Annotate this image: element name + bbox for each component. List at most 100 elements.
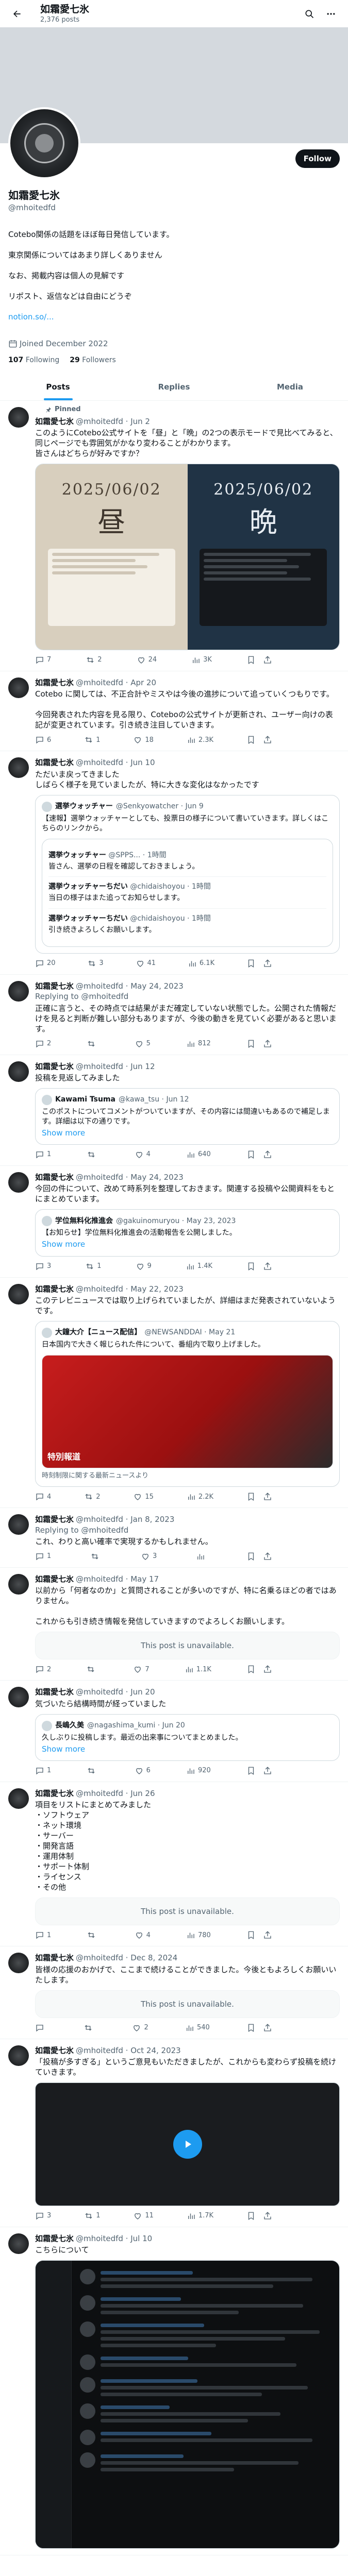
- bookmark-button[interactable]: [246, 1665, 256, 1674]
- views-button[interactable]: 1.4K: [186, 1262, 212, 1271]
- reply-button[interactable]: 7: [35, 655, 51, 665]
- tweet-author[interactable]: 如霜愛七氷: [35, 1061, 74, 1072]
- views-button[interactable]: 780: [186, 1930, 211, 1940]
- like-button[interactable]: 9: [136, 1262, 152, 1271]
- bookmark-button[interactable]: [246, 1552, 256, 1561]
- bookmark-button[interactable]: [246, 1039, 256, 1048]
- bookmark-button[interactable]: [246, 1766, 256, 1775]
- retweet-button[interactable]: [90, 1552, 102, 1561]
- reply-button[interactable]: 3: [35, 1262, 51, 1271]
- tweet-avatar[interactable]: [8, 981, 29, 1002]
- views-button[interactable]: 6.1K: [188, 959, 214, 968]
- like-button[interactable]: 4: [135, 1930, 151, 1940]
- bio-link[interactable]: notion.so/...: [8, 312, 340, 322]
- reply-button[interactable]: 20: [35, 959, 56, 968]
- views-button[interactable]: 2.3K: [187, 735, 213, 744]
- tweet-avatar[interactable]: [8, 1788, 29, 1809]
- like-button[interactable]: 4: [135, 1150, 151, 1159]
- retweet-button[interactable]: 1: [84, 735, 100, 744]
- tweet[interactable]: 如霜愛七氷 @mhoitedfd · Dec 8, 2024 皆様の応援のおかげで…: [0, 1946, 348, 2039]
- replying-to[interactable]: Replying to @mhoitedfd: [35, 1525, 340, 1535]
- tweet[interactable]: 如霜愛七氷 @mhoitedfd · May 17 以前から「何者なのか」と質問さ…: [0, 1568, 348, 1681]
- tweet-avatar[interactable]: [8, 1687, 29, 1708]
- like-button[interactable]: 6: [135, 1766, 151, 1775]
- share-button[interactable]: [263, 1930, 272, 1940]
- tweet[interactable]: 如霜愛七氷 @mhoitedfd · Jul 10 こちらについて: [0, 2227, 348, 2556]
- nested-reply[interactable]: 選挙ウォッチャーちだい @chidaishoyou · 1時間 当日の様子はまた…: [48, 877, 326, 909]
- share-button[interactable]: [263, 735, 272, 744]
- tweet[interactable]: 如霜愛七氷 @mhoitedfd · Oct 24, 2023 「投稿が多すぎる」…: [0, 2039, 348, 2228]
- media-day-panel[interactable]: 2025/06/02 昼: [36, 464, 188, 650]
- views-button[interactable]: 812: [186, 1039, 211, 1048]
- retweet-button[interactable]: 2: [84, 1492, 100, 1501]
- tweet-author[interactable]: 如霜愛七氷: [35, 757, 74, 768]
- tweet-author[interactable]: 如霜愛七氷: [35, 1284, 74, 1294]
- play-icon[interactable]: [173, 2130, 202, 2159]
- reply-button[interactable]: 3: [35, 2211, 51, 2221]
- media-night-panel[interactable]: 2025/06/02 晩: [187, 464, 339, 650]
- views-button[interactable]: 1.7K: [187, 2211, 213, 2221]
- retweet-button[interactable]: 2: [86, 655, 102, 665]
- retweet-button[interactable]: 1: [84, 2211, 100, 2221]
- reply-button[interactable]: 1: [35, 1766, 51, 1775]
- share-button[interactable]: [263, 655, 272, 665]
- tweet[interactable]: 如霜愛七氷 @mhoitedfd · May 22, 2023 このテレビニュース…: [0, 1278, 348, 1509]
- retweet-button[interactable]: [87, 1150, 98, 1159]
- like-button[interactable]: 5: [135, 1039, 151, 1048]
- tweet-avatar[interactable]: [8, 1953, 29, 1974]
- views-button[interactable]: 1.1K: [185, 1665, 211, 1674]
- retweet-button[interactable]: [87, 1766, 98, 1775]
- quote-tweet[interactable]: Kawami Tsuma @kawa_tsu · Jun 12 このポストについて…: [35, 1088, 340, 1145]
- tweet[interactable]: 如霜愛七氷 @mhoitedfd · May 24, 2023 今回の件について、…: [0, 1166, 348, 1278]
- bookmark-button[interactable]: [246, 1150, 256, 1159]
- views-button[interactable]: [196, 1552, 208, 1561]
- share-button[interactable]: [263, 2023, 272, 2032]
- replying-to[interactable]: Replying to @mhoitedfd: [35, 991, 340, 1002]
- tweet-author[interactable]: 如霜愛七氷: [35, 1172, 74, 1182]
- reply-button[interactable]: 1: [35, 1930, 51, 1940]
- quote-tweet[interactable]: 長嶋久美 @nagashima_kumi · Jun 20 久しぶりに投稿します。…: [35, 1714, 340, 1761]
- tweet-author[interactable]: 如霜愛七氷: [35, 1788, 74, 1799]
- tweet-avatar[interactable]: [8, 407, 29, 428]
- bookmark-button[interactable]: [246, 2023, 256, 2032]
- search-icon[interactable]: [301, 5, 318, 23]
- show-more-link[interactable]: Show more: [42, 1128, 333, 1138]
- tweet-author[interactable]: 如霜愛七氷: [35, 1687, 74, 1697]
- reply-button[interactable]: [35, 2023, 47, 2032]
- tweet-avatar[interactable]: [8, 1172, 29, 1193]
- share-button[interactable]: [263, 959, 272, 968]
- tweet-author[interactable]: 如霜愛七氷: [35, 2045, 74, 2056]
- tweet-author[interactable]: 如霜愛七氷: [35, 1574, 74, 1584]
- tweet-avatar[interactable]: [8, 1061, 29, 1082]
- bookmark-button[interactable]: [246, 655, 256, 665]
- views-button[interactable]: 640: [186, 1150, 211, 1159]
- views-button[interactable]: 540: [185, 2023, 210, 2032]
- share-button[interactable]: [263, 1039, 272, 1048]
- retweet-button[interactable]: [86, 1665, 98, 1674]
- nested-reply[interactable]: 選挙ウォッチャー @SPPS... · 1時間 皆さん、選挙の日程を確認しておき…: [48, 845, 326, 877]
- tweet[interactable]: Pinned 如霜愛七氷 @mhoitedfd · Jun 2 このようにCote…: [0, 401, 348, 672]
- views-button[interactable]: 920: [186, 1766, 211, 1775]
- reply-button[interactable]: 2: [35, 1039, 51, 1048]
- tweet-screenshot-image[interactable]: [35, 2260, 340, 2549]
- share-button[interactable]: [263, 1552, 272, 1561]
- tweet-author[interactable]: 如霜愛七氷: [35, 981, 74, 991]
- tweet-author[interactable]: 如霜愛七氷: [35, 677, 74, 688]
- tweet-avatar[interactable]: [8, 1514, 29, 1535]
- bookmark-button[interactable]: [246, 1262, 256, 1271]
- tweet[interactable]: 如霜愛七氷 @mhoitedfd · Jun 20 気づいたら結構時間が経っていま…: [0, 1681, 348, 1782]
- reply-button[interactable]: 6: [35, 735, 51, 744]
- share-button[interactable]: [263, 1262, 272, 1271]
- tweet-avatar[interactable]: [8, 677, 29, 699]
- quote-tweet[interactable]: 大鐘大介【ニュース配信】 @NEWSANDDAI · May 21 日本国内で大き…: [35, 1320, 340, 1487]
- quote-tweet[interactable]: 選挙ウォッチャー @Senkyowatcher · Jun 9 【速報】選挙ウォッ…: [35, 794, 340, 954]
- tweet-media[interactable]: 2025/06/02 昼 2025/06/02 晩: [35, 464, 340, 651]
- tweet[interactable]: 如霜愛七氷 @mhoitedfd · May 24, 2023 Replying …: [0, 975, 348, 1055]
- tweet-author[interactable]: 如霜愛七氷: [35, 1953, 74, 1963]
- like-button[interactable]: 11: [133, 2211, 154, 2221]
- retweet-button[interactable]: 1: [85, 1262, 102, 1271]
- reply-button[interactable]: 1: [35, 1552, 51, 1561]
- more-options-icon[interactable]: [322, 5, 340, 23]
- tweet[interactable]: 如霜愛七氷 @mhoitedfd · Jun 12 投稿を見返してみました Kaw…: [0, 1055, 348, 1166]
- following-link[interactable]: 107 Following: [8, 355, 59, 365]
